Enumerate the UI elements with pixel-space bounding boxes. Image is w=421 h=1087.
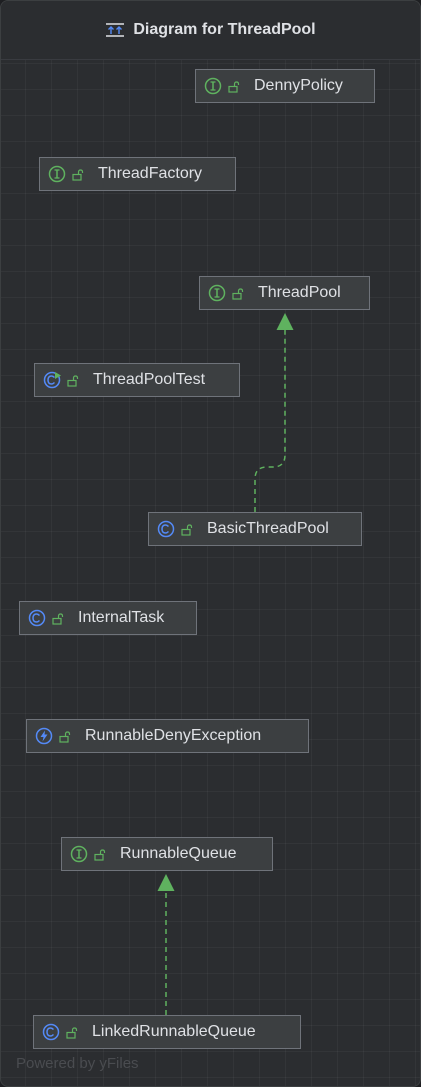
public-lock-icon — [228, 80, 240, 93]
node-label: LinkedRunnableQueue — [92, 1023, 256, 1040]
node-dennypolicy[interactable]: DennyPolicy — [195, 69, 375, 103]
node-threadpool[interactable]: ThreadPool — [199, 276, 370, 310]
class-icon — [28, 609, 46, 627]
node-label: RunnableQueue — [120, 845, 237, 862]
public-lock-icon — [94, 848, 106, 861]
edge-linkedrunnablequeue-to-runnablequeue[interactable] — [157, 874, 175, 1015]
node-label: RunnableDenyException — [85, 727, 262, 744]
node-label: InternalTask — [78, 609, 165, 626]
public-lock-icon — [59, 730, 71, 743]
exception-icon — [35, 727, 53, 745]
public-lock-icon — [181, 523, 193, 536]
interface-icon — [208, 284, 226, 302]
node-label: ThreadFactory — [98, 165, 203, 182]
node-linkedrunnablequeue[interactable]: LinkedRunnableQueue — [33, 1015, 301, 1049]
node-label: ThreadPool — [258, 284, 341, 301]
yfiles-watermark: Powered by yFiles — [16, 1055, 139, 1072]
node-label: ThreadPoolTest — [93, 371, 206, 388]
class-icon — [157, 520, 175, 538]
node-runnabledenyexception[interactable]: RunnableDenyException — [26, 719, 309, 753]
public-lock-icon — [67, 374, 79, 387]
public-lock-icon — [232, 287, 244, 300]
node-runnablequeue[interactable]: RunnableQueue — [61, 837, 273, 871]
interface-icon — [70, 845, 88, 863]
edge-basicthreadpool-to-threadpool[interactable] — [254, 313, 294, 512]
public-lock-icon — [72, 168, 84, 181]
interface-icon — [204, 77, 222, 95]
diagram-icon — [105, 22, 125, 38]
window-title: Diagram for ThreadPool — [133, 21, 316, 38]
node-basicthreadpool[interactable]: BasicThreadPool — [148, 512, 362, 546]
node-threadfactory[interactable]: ThreadFactory — [39, 157, 236, 191]
public-lock-icon — [52, 612, 64, 625]
class-icon — [42, 1023, 60, 1041]
node-threadpooltest[interactable]: ThreadPoolTest — [34, 363, 240, 397]
node-internaltask[interactable]: InternalTask — [19, 601, 197, 635]
public-lock-icon — [66, 1026, 78, 1039]
interface-icon — [48, 165, 66, 183]
diagram-window: Diagram for ThreadPool DennyPolicy Threa… — [0, 0, 421, 1087]
title-bar: Diagram for ThreadPool — [1, 1, 420, 60]
node-label: BasicThreadPool — [207, 520, 329, 537]
node-label: DennyPolicy — [254, 77, 343, 94]
test-class-icon — [43, 371, 61, 389]
